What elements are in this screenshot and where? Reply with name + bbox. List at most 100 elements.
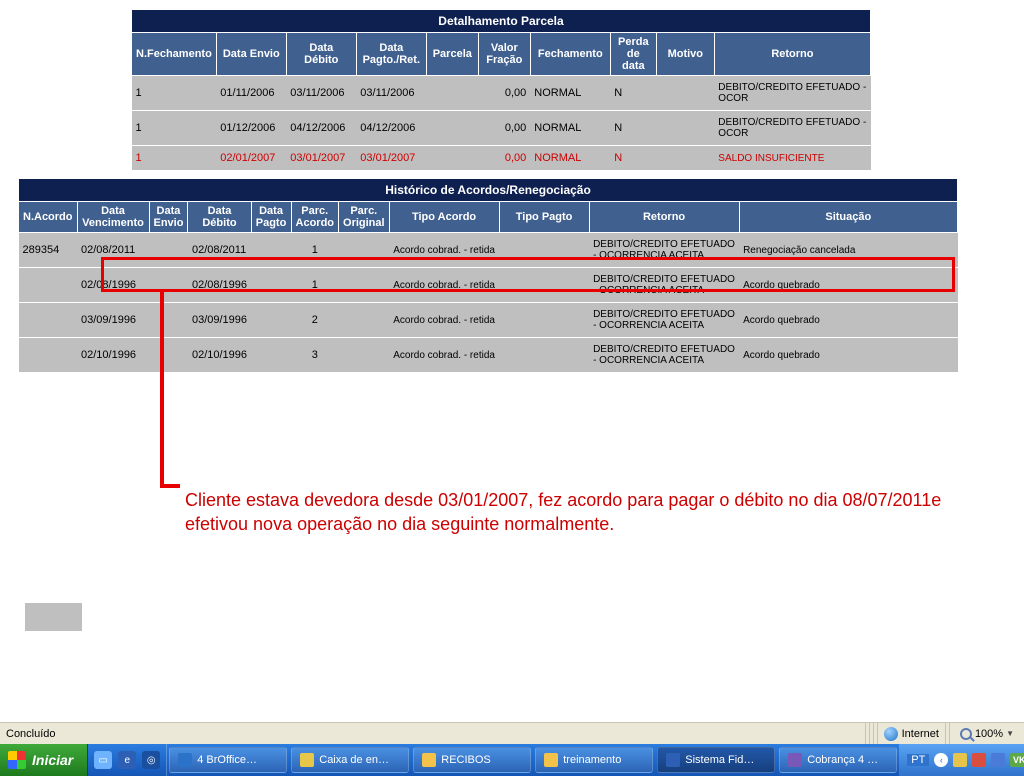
cell-data_pagto	[251, 233, 291, 268]
cell-data_debito: 03/09/1996	[188, 303, 251, 338]
cell-data_vencimento: 02/08/2011	[77, 233, 149, 268]
cell-motivo	[656, 146, 714, 171]
cell-data_envio: 01/12/2006	[216, 111, 286, 146]
col-h-data-debito: Data Débito	[188, 202, 251, 233]
zoom-value: 100%	[975, 728, 1003, 740]
quick-launch-app-icon[interactable]: ◎	[142, 751, 160, 769]
cell-tipo_acordo: Acordo cobrad. - retida	[389, 338, 499, 373]
quick-launch: ▭ e ◎	[88, 744, 167, 776]
cell-parc_original	[339, 338, 390, 373]
cell-data_envio	[149, 303, 188, 338]
quick-launch-show-desktop-icon[interactable]: ▭	[94, 751, 112, 769]
cell-perda_de_data: N	[610, 76, 656, 111]
cell-data_pagto	[251, 268, 291, 303]
cell-valor_fracao: 0,00	[478, 76, 530, 111]
ie-status-bar: Concluído Internet 100% ▼	[0, 722, 1024, 744]
cell-retorno: DEBITO/CREDITO EFETUADO - OCORRENCIA ACE…	[589, 268, 739, 303]
tray-icon-3[interactable]	[991, 753, 1005, 767]
cell-data_debito: 02/08/2011	[188, 233, 251, 268]
app-icon	[788, 753, 802, 767]
cell-data_debito: 02/08/1996	[188, 268, 251, 303]
tray-vk-icon[interactable]: VK	[1010, 753, 1024, 767]
col-perda-de-data: Perda de data	[610, 33, 656, 76]
col-tipo-pagto: Tipo Pagto	[499, 202, 589, 233]
historico-table: Histórico de Acordos/Renegociação N.Acor…	[18, 178, 958, 373]
cell-motivo	[656, 111, 714, 146]
windows-flag-icon	[8, 751, 26, 769]
detalhamento-title: Detalhamento Parcela	[132, 10, 871, 33]
cell-retorno: DEBITO/CREDITO EFETUADO - OCOR	[714, 76, 870, 111]
cell-data_pagto_ret: 03/01/2007	[356, 146, 426, 171]
cell-tipo_pagto	[499, 303, 589, 338]
cell-parcela	[426, 111, 478, 146]
cell-data_pagto_ret: 03/11/2006	[356, 76, 426, 111]
globe-icon	[884, 727, 898, 741]
col-data-pagto-ret: Data Pagto./Ret.	[356, 33, 426, 76]
taskbar-task[interactable]: RECIBOS	[413, 747, 531, 773]
cell-retorno: DEBITO/CREDITO EFETUADO - OCORRENCIA ACE…	[589, 233, 739, 268]
status-zone[interactable]: Internet	[877, 723, 945, 744]
cell-data_debito: 03/01/2007	[286, 146, 356, 171]
task-label: RECIBOS	[441, 754, 491, 766]
taskbar-task[interactable]: Cobrança 4 …	[779, 747, 897, 773]
cell-parc_original	[339, 233, 390, 268]
quick-launch-ie-icon[interactable]: e	[118, 751, 136, 769]
grey-fragment	[25, 603, 82, 631]
cell-data_envio	[149, 233, 188, 268]
start-button[interactable]: Iniciar	[0, 744, 88, 776]
historico-title: Histórico de Acordos/Renegociação	[19, 179, 958, 202]
cell-data_pagto_ret: 04/12/2006	[356, 111, 426, 146]
cell-situacao: Acordo quebrado	[739, 338, 957, 373]
cell-retorno: DEBITO/CREDITO EFETUADO - OCOR	[714, 111, 870, 146]
col-parc-original: Parc. Original	[339, 202, 390, 233]
language-indicator[interactable]: PT	[907, 754, 929, 766]
chevron-down-icon: ▼	[1006, 729, 1014, 738]
cell-motivo	[656, 76, 714, 111]
col-valor-fracao: Valor Fração	[478, 33, 530, 76]
folder-icon	[422, 753, 436, 767]
start-label: Iniciar	[32, 752, 73, 768]
cell-nacordo	[19, 303, 78, 338]
taskbar-task[interactable]: 4 BrOffice…	[169, 747, 287, 773]
taskbar-task[interactable]: Caixa de en…	[291, 747, 409, 773]
col-parcela: Parcela	[426, 33, 478, 76]
col-h-data-envio: Data Envio	[149, 202, 188, 233]
cell-retorno: DEBITO/CREDITO EFETUADO - OCORRENCIA ACE…	[589, 303, 739, 338]
tray-expand-icon[interactable]: ‹	[934, 753, 948, 767]
col-situacao: Situação	[739, 202, 957, 233]
cell-data_debito: 03/11/2006	[286, 76, 356, 111]
col-retorno: Retorno	[714, 33, 870, 76]
task-label: 4 BrOffice…	[197, 754, 257, 766]
taskbar-task[interactable]: treinamento	[535, 747, 653, 773]
cell-nacordo	[19, 338, 78, 373]
cell-retorno: DEBITO/CREDITO EFETUADO - OCORRENCIA ACE…	[589, 338, 739, 373]
tray-icon-2[interactable]	[972, 753, 986, 767]
tray-icon-1[interactable]	[953, 753, 967, 767]
table-row: 102/01/200703/01/200703/01/20070,00NORMA…	[132, 146, 871, 171]
status-zoom[interactable]: 100% ▼	[949, 723, 1024, 744]
table-row: 28935402/08/201102/08/20111Acordo cobrad…	[19, 233, 958, 268]
cell-data_vencimento: 02/10/1996	[77, 338, 149, 373]
task-label: Cobrança 4 …	[807, 754, 878, 766]
folder-icon	[544, 753, 558, 767]
cell-fechamento: NORMAL	[530, 76, 610, 111]
col-motivo: Motivo	[656, 33, 714, 76]
annotation-arrow-vertical	[160, 292, 164, 487]
magnifier-icon	[960, 728, 972, 740]
cell-data_vencimento: 02/08/1996	[77, 268, 149, 303]
cell-nfechamento: 1	[132, 111, 217, 146]
cell-fechamento: NORMAL	[530, 111, 610, 146]
cell-nfechamento: 1	[132, 76, 217, 111]
mail-icon	[300, 753, 314, 767]
cell-parc_original	[339, 303, 390, 338]
col-fechamento: Fechamento	[530, 33, 610, 76]
cell-nacordo	[19, 268, 78, 303]
task-label: Sistema Fid…	[685, 754, 754, 766]
cell-perda_de_data: N	[610, 111, 656, 146]
cell-valor_fracao: 0,00	[478, 146, 530, 171]
cell-valor_fracao: 0,00	[478, 111, 530, 146]
col-data-envio: Data Envio	[216, 33, 286, 76]
task-label: treinamento	[563, 754, 621, 766]
taskbar-task[interactable]: Sistema Fid…	[657, 747, 775, 773]
cell-situacao: Renegociação cancelada	[739, 233, 957, 268]
